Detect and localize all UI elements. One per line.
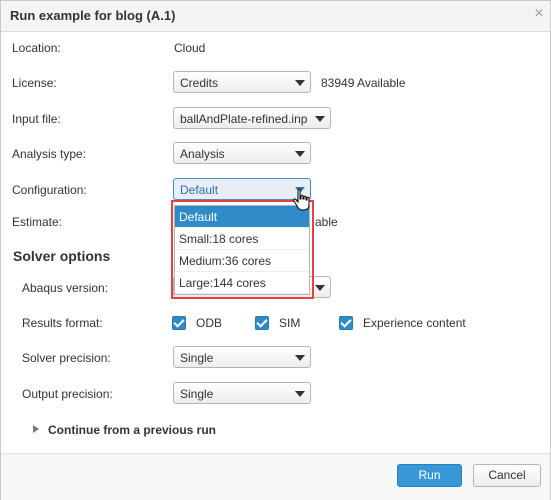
hand-cursor-icon [293, 188, 310, 211]
run-dialog: Run example for blog (A.1) × Location: C… [0, 0, 551, 500]
input-file-select[interactable]: ballAndPlate-refined.inp [173, 107, 331, 129]
estimate-value-partial: able [315, 215, 338, 229]
sim-checkbox-label: SIM [279, 316, 301, 330]
continue-from-previous-run-toggle[interactable]: Continue from a previous run [48, 423, 216, 437]
dialog-footer: Run Cancel [1, 453, 550, 500]
solver-precision-label: Solver precision: [22, 351, 111, 365]
input-file-select-value: ballAndPlate-refined.inp [180, 112, 308, 126]
input-file-label: Input file: [12, 112, 61, 126]
analysis-type-label: Analysis type: [12, 147, 87, 161]
chevron-down-icon [295, 391, 305, 397]
location-label: Location: [12, 41, 61, 55]
configuration-select[interactable]: Default [173, 178, 311, 200]
sim-checkbox[interactable] [255, 316, 269, 330]
abaqus-version-label: Abaqus version: [22, 281, 109, 295]
chevron-down-icon [295, 80, 305, 86]
location-value: Cloud [174, 41, 206, 55]
analysis-type-select[interactable]: Analysis [173, 142, 311, 164]
analysis-type-select-value: Analysis [180, 147, 225, 161]
output-precision-label: Output precision: [22, 387, 113, 401]
cancel-button[interactable]: Cancel [473, 464, 541, 487]
run-button[interactable]: Run [397, 464, 462, 487]
chevron-down-icon [315, 285, 325, 291]
results-format-label: Results format: [22, 316, 103, 330]
chevron-down-icon [295, 151, 305, 157]
annotation-highlight-box [171, 200, 314, 299]
license-available: 83949 Available [321, 76, 406, 90]
dialog-title: Run example for blog (A.1) [10, 8, 176, 23]
experience-content-checkbox[interactable] [339, 316, 353, 330]
output-precision-select[interactable]: Single [173, 382, 311, 404]
solver-options-title: Solver options [13, 248, 111, 264]
license-select[interactable]: Credits [173, 71, 311, 93]
chevron-down-icon [315, 116, 325, 122]
odb-checkbox[interactable] [172, 316, 186, 330]
output-precision-select-value: Single [180, 387, 214, 401]
close-icon[interactable]: × [532, 6, 546, 22]
configuration-label: Configuration: [12, 183, 87, 197]
expand-arrow-icon[interactable] [33, 425, 39, 433]
experience-content-checkbox-label: Experience content [363, 316, 466, 330]
solver-precision-select-value: Single [180, 351, 214, 365]
dialog-titlebar: Run example for blog (A.1) × [1, 1, 550, 32]
license-select-value: Credits [180, 76, 219, 90]
license-label: License: [12, 76, 57, 90]
odb-checkbox-label: ODB [196, 316, 223, 330]
estimate-label: Estimate: [12, 215, 63, 229]
chevron-down-icon [295, 355, 305, 361]
configuration-select-value: Default [180, 183, 219, 197]
solver-precision-select[interactable]: Single [173, 346, 311, 368]
